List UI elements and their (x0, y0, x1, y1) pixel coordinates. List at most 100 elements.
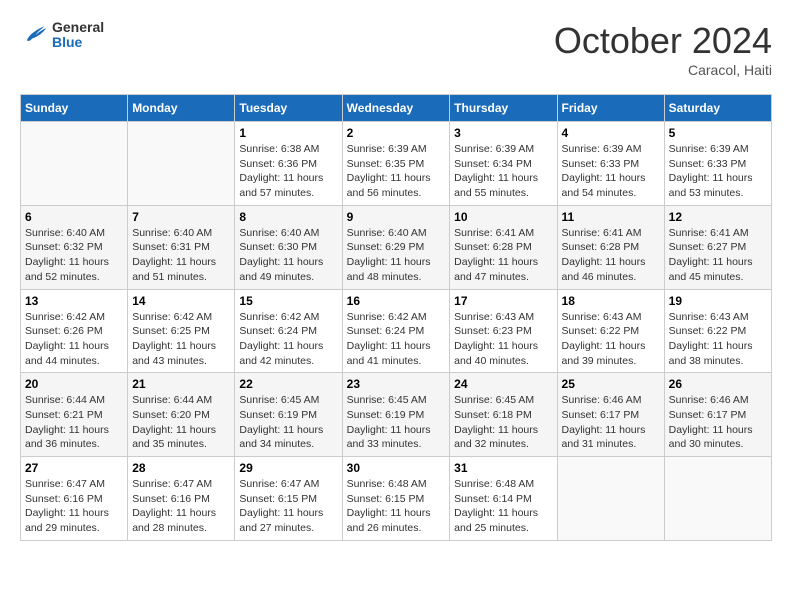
logo-bird-icon (20, 21, 48, 49)
calendar-cell: 24 Sunrise: 6:45 AM Sunset: 6:18 PM Dayli… (450, 373, 557, 457)
day-info: Sunrise: 6:39 AM Sunset: 6:35 PM Dayligh… (347, 142, 446, 201)
calendar-cell (21, 122, 128, 206)
calendar-cell: 19 Sunrise: 6:43 AM Sunset: 6:22 PM Dayli… (664, 289, 771, 373)
calendar-cell: 15Sunrise: 6:42 AM Sunset: 6:24 PM Dayli… (235, 289, 342, 373)
day-number: 27 (25, 461, 123, 475)
calendar-cell: 25Sunrise: 6:46 AM Sunset: 6:17 PM Dayli… (557, 373, 664, 457)
calendar-cell (557, 457, 664, 541)
calendar-cell: 27Sunrise: 6:47 AM Sunset: 6:16 PM Dayli… (21, 457, 128, 541)
day-number: 1 (239, 126, 337, 140)
calendar-cell: 14Sunrise: 6:42 AM Sunset: 6:25 PM Dayli… (128, 289, 235, 373)
day-info: Sunrise: 6:43 AM Sunset: 6:22 PM Dayligh… (669, 310, 767, 369)
logo-general: General (52, 20, 104, 35)
day-number: 22 (239, 377, 337, 391)
day-info: Sunrise: 6:39 AM Sunset: 6:34 PM Dayligh… (454, 142, 552, 201)
calendar-cell: 16Sunrise: 6:42 AM Sunset: 6:24 PM Dayli… (342, 289, 450, 373)
calendar-cell: 10 Sunrise: 6:41 AM Sunset: 6:28 PM Dayli… (450, 205, 557, 289)
calendar-cell: 5 Sunrise: 6:39 AM Sunset: 6:33 PM Daylig… (664, 122, 771, 206)
calendar-week-row: 13 Sunrise: 6:42 AM Sunset: 6:26 PM Dayli… (21, 289, 772, 373)
calendar-cell: 31Sunrise: 6:48 AM Sunset: 6:14 PM Dayli… (450, 457, 557, 541)
day-number: 26 (669, 377, 767, 391)
day-info: Sunrise: 6:40 AM Sunset: 6:29 PM Dayligh… (347, 226, 446, 285)
day-number: 19 (669, 294, 767, 308)
calendar-cell: 30 Sunrise: 6:48 AM Sunset: 6:15 PM Dayli… (342, 457, 450, 541)
day-info: Sunrise: 6:46 AM Sunset: 6:17 PM Dayligh… (669, 393, 767, 452)
calendar-week-row: 20 Sunrise: 6:44 AM Sunset: 6:21 PM Dayli… (21, 373, 772, 457)
day-number: 18 (562, 294, 660, 308)
day-info: Sunrise: 6:40 AM Sunset: 6:30 PM Dayligh… (239, 226, 337, 285)
day-info: Sunrise: 6:42 AM Sunset: 6:24 PM Dayligh… (347, 310, 446, 369)
day-info: Sunrise: 6:45 AM Sunset: 6:19 PM Dayligh… (347, 393, 446, 452)
day-number: 14 (132, 294, 230, 308)
calendar-cell: 29 Sunrise: 6:47 AM Sunset: 6:15 PM Dayli… (235, 457, 342, 541)
day-info: Sunrise: 6:43 AM Sunset: 6:22 PM Dayligh… (562, 310, 660, 369)
day-info: Sunrise: 6:42 AM Sunset: 6:26 PM Dayligh… (25, 310, 123, 369)
calendar-cell (664, 457, 771, 541)
day-info: Sunrise: 6:43 AM Sunset: 6:23 PM Dayligh… (454, 310, 552, 369)
day-number: 5 (669, 126, 767, 140)
day-info: Sunrise: 6:47 AM Sunset: 6:16 PM Dayligh… (132, 477, 230, 536)
day-info: Sunrise: 6:48 AM Sunset: 6:15 PM Dayligh… (347, 477, 446, 536)
day-of-week-tuesday: Tuesday (235, 95, 342, 122)
calendar-cell: 20 Sunrise: 6:44 AM Sunset: 6:21 PM Dayli… (21, 373, 128, 457)
day-number: 21 (132, 377, 230, 391)
day-of-week-saturday: Saturday (664, 95, 771, 122)
logo-text: General Blue (52, 20, 104, 51)
day-number: 10 (454, 210, 552, 224)
day-number: 13 (25, 294, 123, 308)
day-number: 8 (239, 210, 337, 224)
day-info: Sunrise: 6:41 AM Sunset: 6:28 PM Dayligh… (454, 226, 552, 285)
calendar-cell: 6Sunrise: 6:40 AM Sunset: 6:32 PM Daylig… (21, 205, 128, 289)
day-info: Sunrise: 6:47 AM Sunset: 6:15 PM Dayligh… (239, 477, 337, 536)
calendar-cell: 17 Sunrise: 6:43 AM Sunset: 6:23 PM Dayli… (450, 289, 557, 373)
logo: General Blue (20, 20, 104, 51)
day-info: Sunrise: 6:44 AM Sunset: 6:21 PM Dayligh… (25, 393, 123, 452)
day-number: 3 (454, 126, 552, 140)
calendar-cell: 28 Sunrise: 6:47 AM Sunset: 6:16 PM Dayli… (128, 457, 235, 541)
day-number: 28 (132, 461, 230, 475)
day-number: 11 (562, 210, 660, 224)
day-number: 31 (454, 461, 552, 475)
day-info: Sunrise: 6:45 AM Sunset: 6:19 PM Dayligh… (239, 393, 337, 452)
day-number: 15 (239, 294, 337, 308)
calendar-cell: 9Sunrise: 6:40 AM Sunset: 6:29 PM Daylig… (342, 205, 450, 289)
calendar-cell: 8 Sunrise: 6:40 AM Sunset: 6:30 PM Daylig… (235, 205, 342, 289)
day-info: Sunrise: 6:41 AM Sunset: 6:28 PM Dayligh… (562, 226, 660, 285)
day-number: 6 (25, 210, 123, 224)
day-of-week-friday: Friday (557, 95, 664, 122)
calendar-cell: 12 Sunrise: 6:41 AM Sunset: 6:27 PM Dayli… (664, 205, 771, 289)
page-header: General Blue October 2024 Caracol, Haiti (20, 20, 772, 78)
day-info: Sunrise: 6:39 AM Sunset: 6:33 PM Dayligh… (669, 142, 767, 201)
calendar-week-row: 27 Sunrise: 6:47 AM Sunset: 6:16 PM Dayli… (21, 457, 772, 541)
calendar-week-row: 6Sunrise: 6:40 AM Sunset: 6:32 PM Daylig… (21, 205, 772, 289)
day-of-week-thursday: Thursday (450, 95, 557, 122)
title-block: October 2024 Caracol, Haiti (554, 20, 772, 78)
calendar-cell: 1 Sunrise: 6:38 AM Sunset: 6:36 PM Daylig… (235, 122, 342, 206)
calendar-table: SundayMondayTuesdayWednesdayThursdayFrid… (20, 94, 772, 541)
day-number: 29 (239, 461, 337, 475)
day-number: 12 (669, 210, 767, 224)
calendar-cell: 18 Sunrise: 6:43 AM Sunset: 6:22 PM Dayli… (557, 289, 664, 373)
calendar-cell: 21Sunrise: 6:44 AM Sunset: 6:20 PM Dayli… (128, 373, 235, 457)
day-of-week-monday: Monday (128, 95, 235, 122)
day-info: Sunrise: 6:40 AM Sunset: 6:31 PM Dayligh… (132, 226, 230, 285)
day-info: Sunrise: 6:45 AM Sunset: 6:18 PM Dayligh… (454, 393, 552, 452)
day-of-week-wednesday: Wednesday (342, 95, 450, 122)
day-of-week-sunday: Sunday (21, 95, 128, 122)
day-info: Sunrise: 6:38 AM Sunset: 6:36 PM Dayligh… (239, 142, 337, 201)
day-info: Sunrise: 6:46 AM Sunset: 6:17 PM Dayligh… (562, 393, 660, 452)
calendar-cell: 11 Sunrise: 6:41 AM Sunset: 6:28 PM Dayli… (557, 205, 664, 289)
logo-blue: Blue (52, 35, 104, 50)
day-info: Sunrise: 6:41 AM Sunset: 6:27 PM Dayligh… (669, 226, 767, 285)
calendar-cell: 2Sunrise: 6:39 AM Sunset: 6:35 PM Daylig… (342, 122, 450, 206)
calendar-cell: 7 Sunrise: 6:40 AM Sunset: 6:31 PM Daylig… (128, 205, 235, 289)
month-title: October 2024 (554, 20, 772, 62)
day-number: 17 (454, 294, 552, 308)
calendar-cell (128, 122, 235, 206)
day-number: 24 (454, 377, 552, 391)
calendar-cell: 4Sunrise: 6:39 AM Sunset: 6:33 PM Daylig… (557, 122, 664, 206)
day-number: 23 (347, 377, 446, 391)
day-number: 7 (132, 210, 230, 224)
day-number: 30 (347, 461, 446, 475)
day-number: 20 (25, 377, 123, 391)
